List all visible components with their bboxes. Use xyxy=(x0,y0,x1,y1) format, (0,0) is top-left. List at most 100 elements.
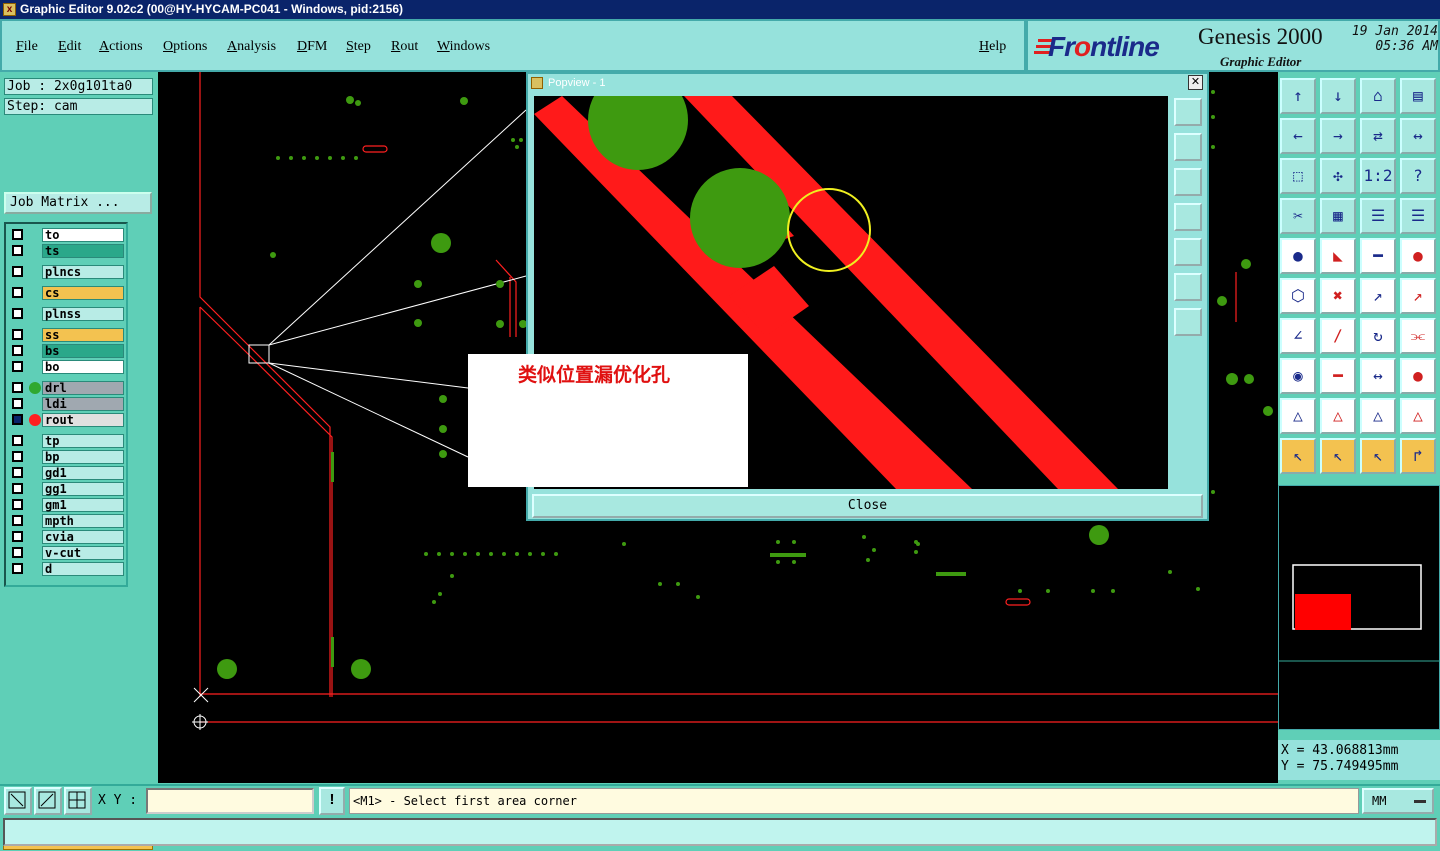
layer-checkbox[interactable] xyxy=(12,382,23,393)
layer-row-ss[interactable]: ss xyxy=(8,328,126,342)
tool-tri-b-button[interactable]: △ xyxy=(1400,398,1436,434)
layer-name[interactable]: ldi xyxy=(42,397,124,411)
tool-center-button[interactable]: ✣ xyxy=(1320,158,1356,194)
popview-fit-button[interactable] xyxy=(1174,273,1202,301)
popview-zoom-out-button[interactable] xyxy=(1174,168,1202,196)
layer-checkbox[interactable] xyxy=(12,287,23,298)
tool-layers-red-button[interactable]: ☰ xyxy=(1400,198,1436,234)
layer-checkbox[interactable] xyxy=(12,467,23,478)
tool-pad-button[interactable]: ● xyxy=(1280,238,1316,274)
layer-row-gm1[interactable]: gm1 xyxy=(8,498,126,512)
tool-lens-button[interactable]: ↔ xyxy=(1360,358,1396,394)
layer-checkbox[interactable] xyxy=(12,414,23,425)
layer-row-d[interactable]: d xyxy=(8,562,126,576)
popview-close-button[interactable]: Close xyxy=(532,494,1203,518)
menu-actions[interactable]: Actions xyxy=(99,39,143,55)
menu-dfm[interactable]: DFM xyxy=(297,39,327,55)
layer-checkbox[interactable] xyxy=(12,451,23,462)
popview-zoom-in-button[interactable] xyxy=(1174,133,1202,161)
tool-drill-button[interactable]: ● xyxy=(1400,238,1436,274)
layer-name[interactable]: rout xyxy=(42,413,124,427)
warning-button[interactable]: ! xyxy=(319,787,345,815)
zoom-diagonal-button[interactable] xyxy=(34,787,62,815)
tool-drill-red-button[interactable]: ◉ xyxy=(1280,358,1316,394)
layer-name[interactable]: bs xyxy=(42,344,124,358)
layer-row-bo[interactable]: bo xyxy=(8,360,126,374)
tool-pointer-c-button[interactable]: ↖ xyxy=(1360,438,1396,474)
layer-row-to[interactable]: to xyxy=(8,228,126,242)
tool-snap-button[interactable]: ↔ xyxy=(1400,118,1436,154)
layer-checkbox[interactable] xyxy=(12,245,23,256)
tool-pointer-button[interactable]: ↖ xyxy=(1280,438,1316,474)
xy-input[interactable] xyxy=(146,788,314,814)
layer-row-gd1[interactable]: gd1 xyxy=(8,466,126,480)
layer-name[interactable]: gg1 xyxy=(42,482,124,496)
tool-house-button[interactable]: ⌂ xyxy=(1360,78,1396,114)
tool-tri-a-button[interactable]: △ xyxy=(1360,398,1396,434)
tool-split-button[interactable]: ⫘ xyxy=(1400,318,1436,354)
tool-ruler-button[interactable]: ━ xyxy=(1360,238,1396,274)
layer-row-plnss[interactable]: plnss xyxy=(8,307,126,321)
tool-home-button[interactable]: ↑ xyxy=(1280,78,1316,114)
menu-help[interactable]: Help xyxy=(979,39,1006,55)
layer-checkbox[interactable] xyxy=(12,499,23,510)
layer-name[interactable]: gm1 xyxy=(42,498,124,512)
layer-row-plncs[interactable]: plncs xyxy=(8,265,126,279)
tool-measure-button[interactable]: ✂ xyxy=(1280,198,1316,234)
grid-button[interactable] xyxy=(64,787,92,815)
minimap[interactable] xyxy=(1278,485,1440,730)
tool-tri-red-button[interactable]: △ xyxy=(1320,398,1356,434)
layer-name[interactable]: bo xyxy=(42,360,124,374)
tool-arc-button[interactable]: ↻ xyxy=(1360,318,1396,354)
layer-checkbox[interactable] xyxy=(12,435,23,446)
layer-name[interactable]: tp xyxy=(42,434,124,448)
tool-right-button[interactable]: → xyxy=(1320,118,1356,154)
menu-step[interactable]: Step xyxy=(346,39,371,55)
layer-name[interactable]: cvia xyxy=(42,530,124,544)
layer-row-rout[interactable]: rout xyxy=(8,413,126,427)
tool-circles-button[interactable]: ● xyxy=(1400,358,1436,394)
layer-row-bs[interactable]: bs xyxy=(8,344,126,358)
menu-options[interactable]: Options xyxy=(163,39,207,55)
layer-row-drl[interactable]: drl xyxy=(8,381,126,395)
menu-edit[interactable]: Edit xyxy=(58,39,81,55)
tool-triangle-button[interactable]: △ xyxy=(1280,398,1316,434)
layer-row-ts[interactable]: ts xyxy=(8,244,126,258)
layer-name[interactable]: ts xyxy=(42,244,124,258)
layer-row-ldi[interactable]: ldi xyxy=(8,397,126,411)
tool-left-button[interactable]: ← xyxy=(1280,118,1316,154)
tool-help-button[interactable]: ? xyxy=(1400,158,1436,194)
layer-row-cs[interactable]: cs xyxy=(8,286,126,300)
layer-checkbox[interactable] xyxy=(12,515,23,526)
layer-checkbox[interactable] xyxy=(12,266,23,277)
layer-name[interactable]: plncs xyxy=(42,265,124,279)
layer-checkbox[interactable] xyxy=(12,345,23,356)
menu-windows[interactable]: Windows xyxy=(437,39,490,55)
layer-name[interactable]: bp xyxy=(42,450,124,464)
layer-name[interactable]: ss xyxy=(42,328,124,342)
layer-checkbox[interactable] xyxy=(12,308,23,319)
tool-layers-button[interactable]: ☰ xyxy=(1360,198,1396,234)
tool-nodes-button[interactable]: ⬡ xyxy=(1280,278,1316,314)
popview-center-button[interactable] xyxy=(1174,308,1202,336)
tool-diag-button[interactable]: ∕ xyxy=(1320,318,1356,354)
zoom-area-button[interactable] xyxy=(4,787,32,815)
popview-pan-left-button[interactable] xyxy=(1174,203,1202,231)
popview-pan-right-button[interactable] xyxy=(1174,238,1202,266)
tool-route-button[interactable]: ◣ xyxy=(1320,238,1356,274)
tool-bar-button[interactable]: ━ xyxy=(1320,358,1356,394)
tool-line-b-button[interactable]: ↗ xyxy=(1400,278,1436,314)
layer-name[interactable]: plnss xyxy=(42,307,124,321)
layer-row-cvia[interactable]: cvia xyxy=(8,530,126,544)
layer-name[interactable]: v-cut xyxy=(42,546,124,560)
layer-checkbox[interactable] xyxy=(12,229,23,240)
layer-checkbox[interactable] xyxy=(12,329,23,340)
tool-down-button[interactable]: ↓ xyxy=(1320,78,1356,114)
tool-angle-button[interactable]: ∠ xyxy=(1280,318,1316,354)
menu-file[interactable]: File xyxy=(16,39,38,55)
layer-row-v-cut[interactable]: v-cut xyxy=(8,546,126,560)
layer-name[interactable]: drl xyxy=(42,381,124,395)
popview-zoom-fit-button[interactable] xyxy=(1174,98,1202,126)
layer-name[interactable]: gd1 xyxy=(42,466,124,480)
tool-line-a-button[interactable]: ↗ xyxy=(1360,278,1396,314)
